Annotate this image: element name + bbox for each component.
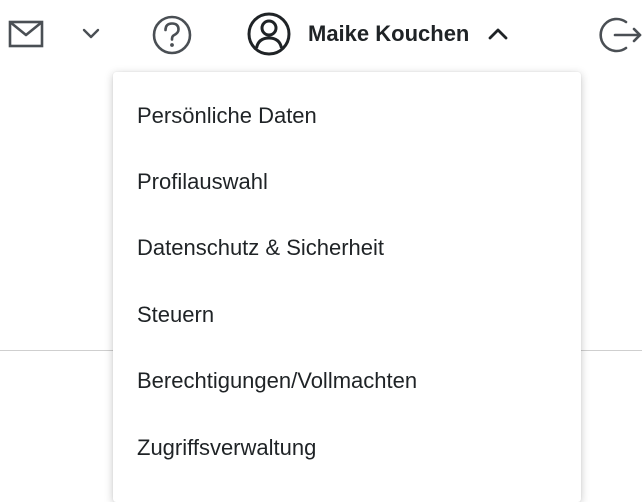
user-name: Maike Kouchen <box>308 21 470 46</box>
envelope-icon <box>8 20 44 48</box>
chevron-down-icon <box>82 28 100 39</box>
user-menu-toggle[interactable] <box>487 26 509 42</box>
logout-button[interactable] <box>598 12 642 58</box>
user-dropdown-menu: Persönliche Daten Profilauswahl Datensch… <box>113 72 581 502</box>
logout-icon <box>599 17 642 53</box>
menu-item-datenschutz-sicherheit[interactable]: Datenschutz & Sicherheit <box>113 220 581 276</box>
menu-item-steuern[interactable]: Steuern <box>113 287 581 343</box>
top-navigation-bar: Maike Kouchen <box>0 0 642 66</box>
question-circle-icon <box>152 15 192 55</box>
menu-item-zugriffsverwaltung[interactable]: Zugriffsverwaltung <box>113 420 581 476</box>
menu-item-berechtigungen-vollmachten[interactable]: Berechtigungen/Vollmachten <box>113 353 581 409</box>
mail-dropdown-toggle[interactable] <box>76 18 106 48</box>
user-circle-icon <box>247 12 291 56</box>
menu-item-profilauswahl[interactable]: Profilauswahl <box>113 154 581 210</box>
help-button[interactable] <box>148 12 196 58</box>
user-menu-button[interactable]: Maike Kouchen <box>246 8 509 60</box>
mail-button[interactable] <box>6 14 46 54</box>
chevron-up-icon <box>488 28 508 40</box>
menu-item-persoenliche-daten[interactable]: Persönliche Daten <box>113 88 581 144</box>
